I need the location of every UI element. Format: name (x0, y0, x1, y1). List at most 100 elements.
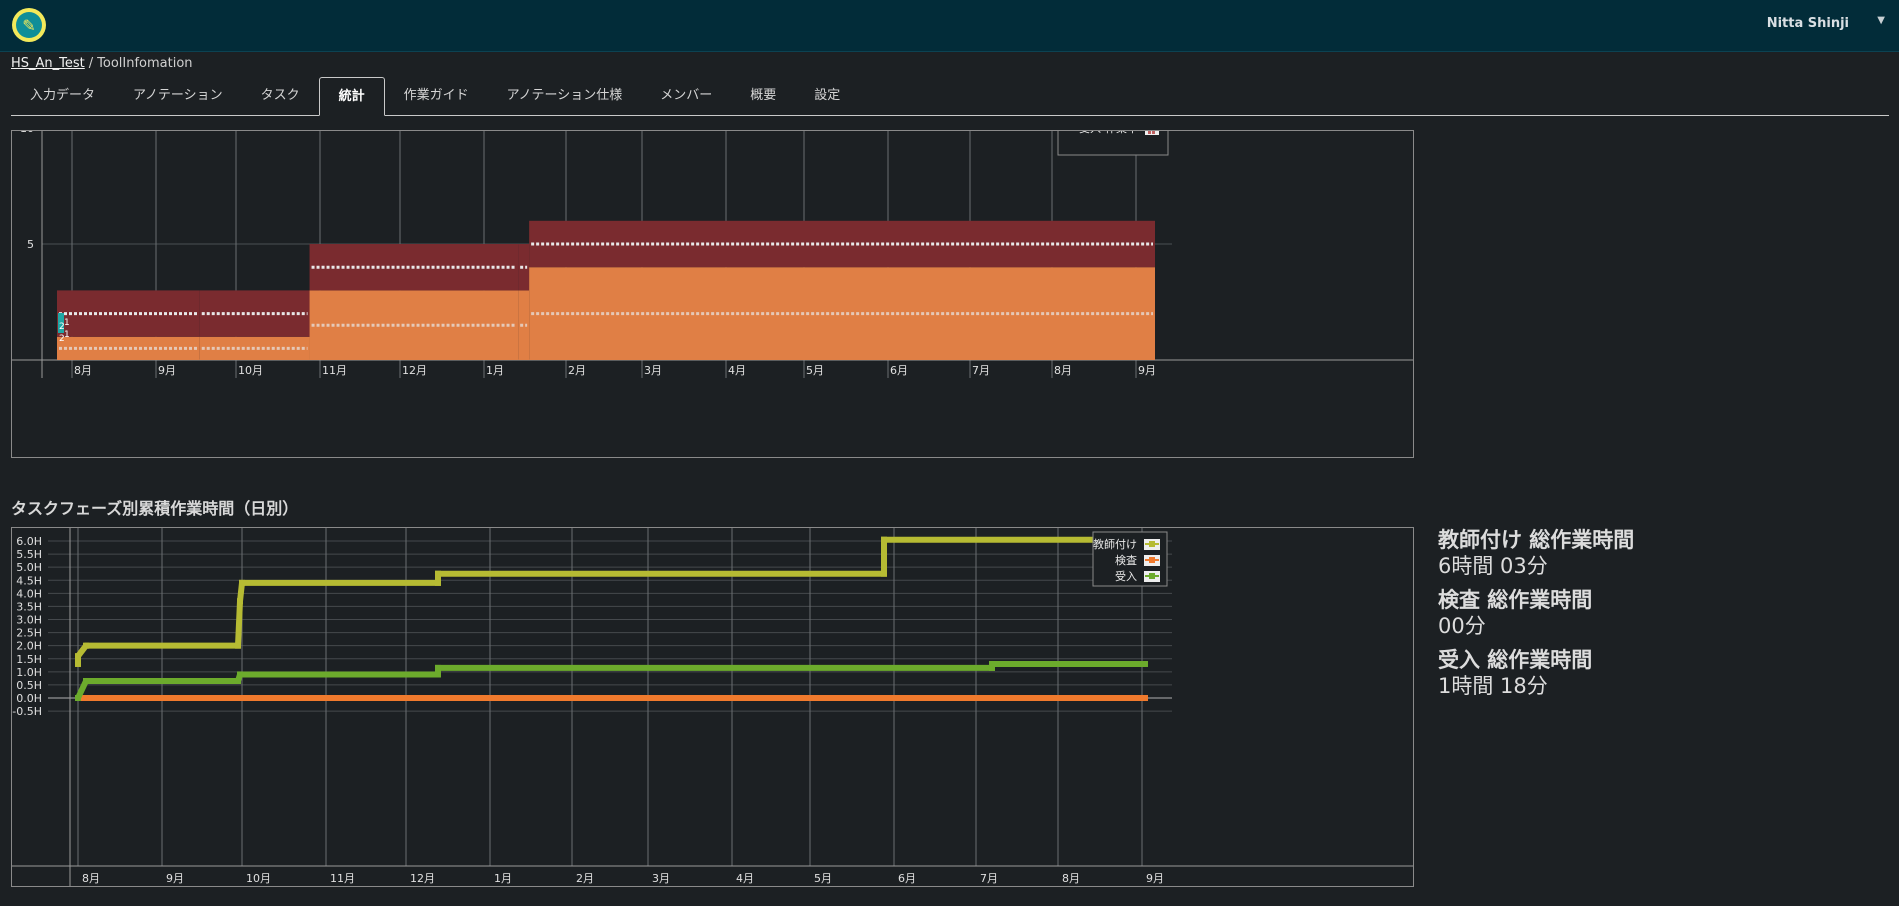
x-tick-label: 9月 (158, 364, 176, 377)
legend-label: 検査 (1115, 553, 1137, 567)
task-phase-count-chart-svg: 51021218月9月10月11月12月1月2月3月4月5月6月7月8月9月受入… (12, 131, 1413, 378)
summary-label-inspection: 検査 総作業時間 (1438, 588, 1593, 612)
legend-label: 教師付け (1093, 538, 1137, 551)
x-tick-label: 2月 (576, 872, 594, 885)
y-tick-label: 4.0H (16, 587, 42, 600)
data-point (237, 598, 243, 605)
data-point (1142, 695, 1148, 701)
x-tick-label: 9月 (1138, 364, 1156, 377)
x-tick-label: 10月 (246, 872, 271, 885)
task-phase-count-chart: 51021218月9月10月11月12月1月2月3月4月5月6月7月8月9月受入… (11, 130, 1414, 458)
data-point (435, 664, 441, 671)
legend-label: 受入 (1115, 570, 1137, 583)
x-tick-label: 6月 (898, 872, 916, 885)
area-segment-lower (57, 336, 200, 360)
work-time-summary: 教師付け 総作業時間 6時間 03分 検査 総作業時間 00分 受入 総作業時間… (1438, 527, 1858, 707)
data-point (75, 653, 81, 660)
area-segment-upper (518, 244, 530, 291)
pencil-logo-icon: ✎ (16, 12, 42, 38)
y-tick-label: 5.5H (16, 548, 42, 561)
summary-value-annotation: 6時間 03分 (1438, 554, 1548, 578)
top-navbar: ✎ Nitta Shinji ▼ (0, 0, 1899, 52)
x-tick-label: 7月 (980, 872, 998, 885)
y-tick-label: 1.0H (16, 666, 42, 679)
summary-value-acceptance: 1時間 18分 (1438, 674, 1548, 698)
caret-down-icon[interactable]: ▼ (1877, 15, 1885, 26)
summary-label-acceptance: 受入 総作業時間 (1438, 648, 1593, 672)
tab-statistics[interactable]: 統計 (318, 77, 385, 116)
data-point (235, 677, 241, 684)
project-tabs: 入力データ アノテーション タスク 統計 作業ガイド アノテーション仕様 メンバ… (11, 77, 1889, 116)
tab-annotation-spec[interactable]: アノテーション仕様 (488, 77, 642, 115)
data-point (75, 660, 81, 667)
x-tick-label: 5月 (814, 872, 832, 885)
data-point (235, 642, 241, 649)
x-tick-label: 6月 (890, 364, 908, 377)
tab-task[interactable]: タスク (242, 77, 319, 115)
legend-swatch-marker (1149, 541, 1155, 547)
y-tick-label: 0.0H (16, 692, 42, 705)
legend-swatch-marker (1149, 573, 1155, 579)
x-tick-label: 4月 (736, 872, 754, 885)
y-tick-label: 6.0H (16, 535, 42, 548)
y-tick-label: 3.5H (16, 600, 42, 613)
y-tick-label: 4.5H (16, 574, 42, 587)
tab-overview[interactable]: 概要 (731, 77, 795, 115)
x-tick-label: 11月 (330, 872, 355, 885)
data-point (435, 671, 441, 678)
x-tick-label: 11月 (322, 364, 347, 377)
x-tick-label: 10月 (238, 364, 263, 377)
x-tick-label: 3月 (644, 364, 662, 377)
tab-settings[interactable]: 設定 (795, 77, 859, 115)
data-point (75, 695, 81, 701)
y-tick-label: 2.0H (16, 640, 42, 653)
x-tick-label: 8月 (1062, 872, 1080, 885)
cumulative-work-time-chart-svg: -0.5H0.0H0.5H1.0H1.5H2.0H2.5H3.0H3.5H4.0… (12, 528, 1413, 886)
summary-label-annotation: 教師付け 総作業時間 (1438, 528, 1635, 552)
y-tick-label: 2.5H (16, 627, 42, 640)
y-tick-label: 1.5H (16, 653, 42, 666)
x-tick-label: 8月 (74, 364, 92, 377)
summary-value-inspection: 00分 (1438, 614, 1486, 638)
x-tick-label: 3月 (652, 872, 670, 885)
legend-label: 受入-作業中 (1079, 131, 1138, 135)
data-point (881, 570, 887, 577)
data-point (1142, 660, 1148, 667)
data-point (83, 677, 89, 684)
x-tick-label: 8月 (1054, 364, 1072, 377)
y-tick-label: 5 (27, 238, 34, 251)
app-logo-icon[interactable]: ✎ (12, 8, 46, 42)
y-tick-label: 5.0H (16, 561, 42, 574)
tab-annotation[interactable]: アノテーション (114, 77, 242, 115)
legend-swatch-bar (1148, 131, 1151, 134)
area-segment-lower (518, 290, 530, 360)
x-tick-label: 9月 (1146, 872, 1164, 885)
x-tick-label: 9月 (166, 872, 184, 885)
data-point (989, 660, 995, 667)
area-segment-upper (57, 290, 200, 337)
x-tick-label: 1月 (486, 364, 504, 377)
tab-work-guide[interactable]: 作業ガイド (385, 77, 488, 115)
x-tick-label: 12月 (410, 872, 435, 885)
breadcrumb-project-link[interactable]: HS_An_Test (11, 56, 85, 71)
data-point (83, 642, 89, 649)
x-tick-label: 1月 (494, 872, 512, 885)
data-point (435, 579, 441, 586)
x-tick-label: 5月 (806, 364, 824, 377)
y-tick-label: 0.5H (16, 679, 42, 692)
cumulative-work-time-chart: -0.5H 0.0H 0.5H 1.0H 1.5H 2.0H 2.5H 3.0H 3.5H 4.0… (11, 527, 1414, 887)
tab-input-data[interactable]: 入力データ (11, 77, 114, 115)
tab-members[interactable]: メンバー (641, 77, 731, 115)
breadcrumb-current-page: ToolInfomation (97, 56, 193, 71)
user-menu-name[interactable]: Nitta Shinji (1767, 16, 1849, 31)
x-tick-label: 7月 (972, 364, 990, 377)
data-point (237, 671, 243, 678)
section-title: タスクフェーズ別累積作業時間（日別） (11, 499, 299, 518)
data-point (881, 536, 887, 543)
breadcrumb: HS_An_Test / ToolInfomation (11, 56, 193, 71)
data-point (435, 570, 441, 577)
data-label: 1 (64, 318, 70, 328)
y-tick-label: -0.5H (12, 705, 42, 718)
legend-swatch-marker (1149, 557, 1155, 563)
data-point (239, 579, 245, 586)
